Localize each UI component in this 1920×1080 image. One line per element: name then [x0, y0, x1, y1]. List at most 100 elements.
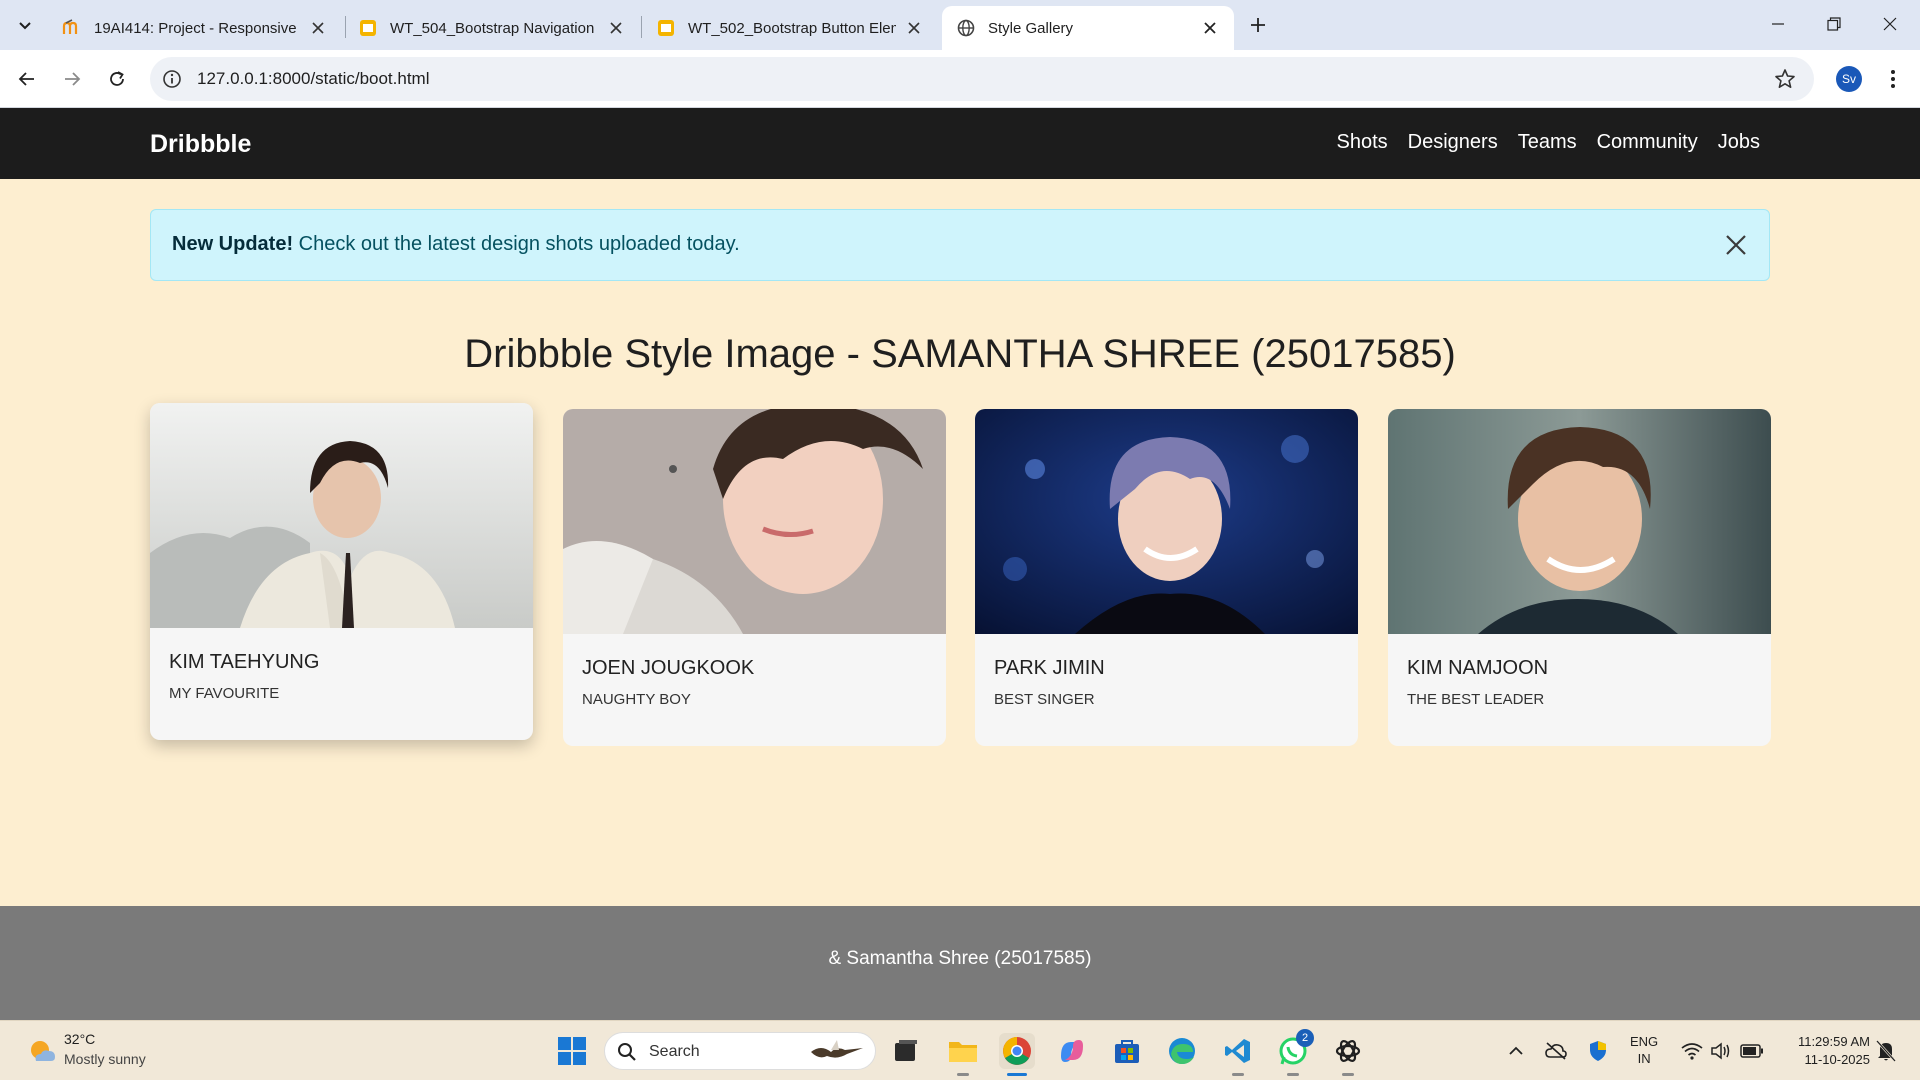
nav-link-shots[interactable]: Shots — [1337, 131, 1388, 154]
weather-temperature[interactable]: 32°C — [64, 1031, 95, 1047]
tab-navigation[interactable]: WT_504_Bootstrap Navigation B — [344, 6, 640, 50]
running-indicator — [957, 1073, 969, 1076]
gallery-card[interactable]: JOEN JOUGKOOK NAUGHTY BOY — [563, 409, 946, 746]
speaker-icon — [1711, 1042, 1730, 1060]
copilot-icon — [1061, 1040, 1083, 1062]
forward-button[interactable] — [57, 64, 87, 94]
footer-text: & Samantha Shree (25017585) — [828, 948, 1092, 969]
task-view-button[interactable] — [888, 1033, 924, 1069]
running-indicator — [1287, 1073, 1299, 1076]
restore-button[interactable] — [1806, 0, 1862, 48]
browser-tab-bar: 19AI414: Project - Responsive W WT_504_B… — [0, 0, 1920, 50]
alert-close-icon[interactable] — [1725, 234, 1747, 256]
tab-button-elements[interactable]: WT_502_Bootstrap Button Elem — [642, 6, 938, 50]
vscode-icon — [1225, 1039, 1250, 1063]
show-hidden-icons-button[interactable] — [1504, 1039, 1528, 1063]
nav-link-jobs[interactable]: Jobs — [1718, 131, 1760, 154]
tab-search-button[interactable] — [10, 10, 40, 40]
card-title: JOEN JOUGKOOK — [582, 657, 755, 679]
onedrive-tray[interactable] — [1544, 1039, 1568, 1063]
running-indicator — [1232, 1073, 1244, 1076]
card-title: KIM TAEHYUNG — [169, 651, 320, 673]
close-tab-icon[interactable] — [606, 18, 626, 38]
browser-toolbar: 127.0.0.1:8000/static/boot.html Sv — [0, 50, 1920, 108]
tab-title: 19AI414: Project - Responsive W — [94, 19, 300, 37]
brand-logo[interactable]: Dribbble — [150, 130, 251, 159]
running-indicator — [1342, 1073, 1354, 1076]
weather-description[interactable]: Mostly sunny — [64, 1051, 146, 1067]
start-button[interactable] — [554, 1033, 590, 1069]
card-subtitle: MY FAVOURITE — [169, 685, 280, 702]
search-placeholder: Search — [649, 1043, 700, 1060]
alert-text: Check out the latest design shots upload… — [293, 233, 740, 255]
new-tab-button[interactable] — [1244, 11, 1272, 39]
close-tab-icon[interactable] — [308, 18, 328, 38]
notification-badge: 2 — [1296, 1029, 1314, 1047]
chrome-taskbar-button[interactable] — [999, 1033, 1035, 1069]
restore-icon — [1827, 17, 1841, 31]
vscode-button[interactable] — [1220, 1033, 1256, 1069]
region-code: IN — [1637, 1051, 1651, 1066]
shield-icon — [1590, 1041, 1606, 1061]
weather-sun-icon[interactable] — [26, 1035, 58, 1067]
address-bar[interactable]: 127.0.0.1:8000/static/boot.html — [150, 57, 1814, 101]
windows-taskbar: 32°C Mostly sunny Search 2 ENG IN 11:29:… — [0, 1020, 1920, 1080]
wifi-tray[interactable] — [1680, 1039, 1704, 1063]
close-window-button[interactable] — [1862, 0, 1918, 48]
slides-icon — [656, 18, 676, 38]
plus-icon — [1251, 18, 1265, 32]
gallery-card[interactable]: KIM NAMJOON THE BEST LEADER — [1388, 409, 1771, 746]
close-tab-icon[interactable] — [1200, 18, 1220, 38]
active-indicator — [1007, 1073, 1027, 1076]
moodle-icon — [62, 18, 82, 38]
copilot-button[interactable] — [1054, 1033, 1090, 1069]
store-icon — [1115, 1040, 1139, 1063]
back-button[interactable] — [12, 64, 42, 94]
profile-avatar[interactable]: Sv — [1836, 66, 1862, 92]
minimize-icon — [1772, 23, 1784, 25]
globe-icon — [956, 18, 976, 38]
nav-links: Shots Designers Teams Community Jobs — [1337, 131, 1761, 154]
minimize-button[interactable] — [1750, 0, 1806, 48]
card-title: KIM NAMJOON — [1407, 657, 1549, 679]
notifications-button[interactable] — [1874, 1039, 1898, 1063]
tab-project[interactable]: 19AI414: Project - Responsive W — [48, 6, 342, 50]
store-button[interactable] — [1109, 1033, 1145, 1069]
close-tab-icon[interactable] — [904, 18, 924, 38]
arrow-right-icon — [65, 72, 81, 86]
chevron-up-icon — [1509, 1046, 1523, 1055]
folder-icon — [949, 1042, 977, 1062]
file-explorer-button[interactable] — [945, 1033, 981, 1069]
chatgpt-icon — [1335, 1040, 1361, 1062]
gallery-card[interactable]: KIM TAEHYUNG MY FAVOURITE — [150, 403, 533, 740]
nav-link-teams[interactable]: Teams — [1518, 131, 1577, 154]
tab-style-gallery[interactable]: Style Gallery — [942, 6, 1234, 50]
tab-title: WT_502_Bootstrap Button Elem — [688, 19, 896, 37]
taskbar-search[interactable]: Search — [604, 1032, 876, 1070]
edge-button[interactable] — [1164, 1033, 1200, 1069]
battery-tray[interactable] — [1740, 1039, 1764, 1063]
gallery-card[interactable]: PARK JIMIN BEST SINGER — [975, 409, 1358, 746]
chevron-down-icon — [19, 22, 31, 30]
reload-button[interactable] — [102, 64, 132, 94]
nav-link-community[interactable]: Community — [1597, 131, 1698, 154]
url-text[interactable]: 127.0.0.1:8000/static/boot.html — [197, 69, 430, 89]
card-photo — [150, 403, 533, 628]
card-photo — [1388, 409, 1771, 634]
card-subtitle: BEST SINGER — [994, 691, 1095, 708]
chrome-icon — [1003, 1037, 1031, 1065]
clock-time: 11:29:59 AM — [1797, 1034, 1870, 1049]
bookmark-star-icon[interactable] — [1774, 68, 1796, 90]
card-photo — [975, 409, 1358, 634]
browser-menu-button[interactable] — [1880, 66, 1906, 92]
security-tray[interactable] — [1586, 1039, 1610, 1063]
search-icon — [618, 1043, 636, 1061]
language-indicator[interactable]: ENG IN — [1630, 1033, 1658, 1067]
language-code: ENG — [1630, 1034, 1659, 1049]
volume-tray[interactable] — [1710, 1039, 1734, 1063]
site-navbar: Dribbble Shots Designers Teams Community… — [0, 108, 1920, 179]
nav-link-designers[interactable]: Designers — [1408, 131, 1498, 154]
chatgpt-button[interactable] — [1330, 1033, 1366, 1069]
system-clock[interactable]: 11:29:59 AM 11-10-2025 — [1798, 1033, 1870, 1069]
site-info-icon[interactable] — [162, 69, 182, 89]
